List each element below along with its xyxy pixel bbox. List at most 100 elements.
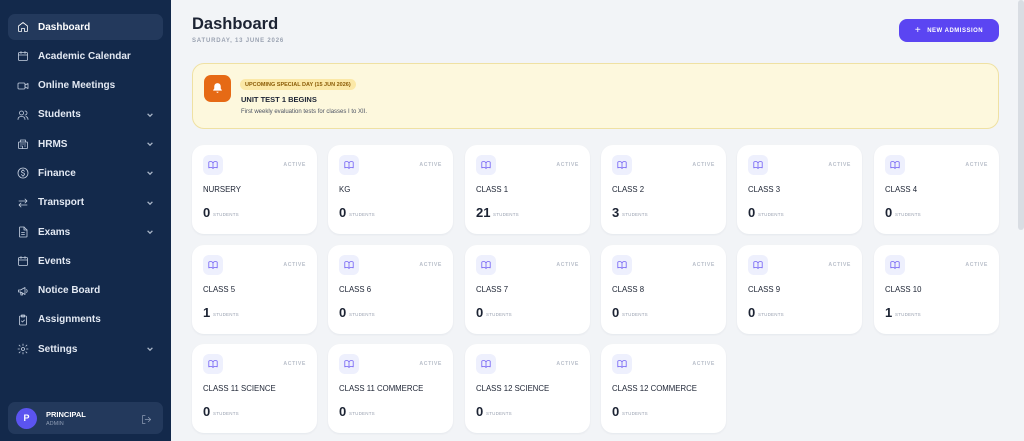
chevron-down-icon[interactable] (146, 169, 154, 177)
student-count: 1 (203, 305, 211, 320)
book-icon (476, 354, 496, 374)
sidebar-item-hrms[interactable]: HRMS (8, 131, 163, 157)
home-icon (17, 21, 29, 33)
class-name: CLASS 2 (612, 185, 645, 194)
sidebar-item-students[interactable]: Students (8, 102, 163, 128)
status-badge: ACTIVE (556, 361, 579, 367)
sidebar-item-label: Assignments (38, 314, 101, 326)
student-count: 0 (339, 205, 347, 220)
book-icon (612, 354, 632, 374)
class-name: CLASS 8 (612, 285, 645, 294)
sidebar-item-transport[interactable]: Transport (8, 190, 163, 216)
student-count-unit: STUDENTS (213, 312, 239, 317)
class-name: KG (339, 185, 351, 194)
sidebar-item-notice-board[interactable]: Notice Board (8, 278, 163, 304)
status-badge: ACTIVE (419, 162, 442, 168)
chevron-down-icon[interactable] (146, 228, 154, 236)
student-count: 0 (476, 305, 484, 320)
sidebar-item-label: Settings (38, 343, 78, 355)
class-card[interactable]: ACTIVE CLASS 8 0 STUDENTS (601, 245, 726, 334)
chevron-down-icon[interactable] (146, 199, 154, 207)
book-icon (612, 155, 632, 175)
student-count: 0 (339, 404, 347, 419)
class-card[interactable]: ACTIVE CLASS 12 COMMERCE 0 STUDENTS (601, 344, 726, 433)
calendar-icon (17, 50, 29, 62)
page-title: Dashboard (192, 15, 279, 33)
banner-title: UNIT TEST 1 BEGINS (241, 95, 317, 104)
gear-icon (17, 343, 29, 355)
class-name: CLASS 10 (885, 285, 922, 294)
status-badge: ACTIVE (828, 162, 851, 168)
avatar[interactable]: P (16, 407, 37, 429)
status-badge: ACTIVE (556, 262, 579, 268)
sidebar-item-label: Finance (38, 167, 76, 179)
class-card[interactable]: ACTIVE CLASS 1 21 STUDENTS (465, 145, 590, 234)
sidebar-item-exams[interactable]: Exams (8, 219, 163, 245)
student-count-unit: STUDENTS (486, 312, 512, 317)
class-card[interactable]: ACTIVE NURSERY 0 STUDENTS (192, 145, 317, 234)
class-card[interactable]: ACTIVE CLASS 12 SCIENCE 0 STUDENTS (465, 344, 590, 433)
status-badge: ACTIVE (692, 262, 715, 268)
class-card[interactable]: ACTIVE CLASS 9 0 STUDENTS (737, 245, 862, 334)
sidebar-item-assignments[interactable]: Assignments (8, 307, 163, 333)
sidebar-item-academic-calendar[interactable]: Academic Calendar (8, 43, 163, 69)
user-role: ADMIN (46, 420, 64, 427)
student-count: 0 (748, 305, 756, 320)
class-name: CLASS 11 SCIENCE (203, 384, 276, 393)
sidebar-item-label: HRMS (38, 138, 68, 150)
class-name: CLASS 3 (748, 185, 781, 194)
sidebar-nav: Dashboard Academic Calendar Online Meeting… (8, 14, 163, 366)
class-card[interactable]: ACTIVE CLASS 7 0 STUDENTS (465, 245, 590, 334)
chevron-down-icon[interactable] (146, 345, 154, 353)
class-card[interactable]: ACTIVE CLASS 11 SCIENCE 0 STUDENTS (192, 344, 317, 433)
sidebar-item-settings[interactable]: Settings (8, 336, 163, 362)
student-count: 1 (885, 305, 893, 320)
chevron-down-icon[interactable] (146, 140, 154, 148)
status-badge: ACTIVE (283, 162, 306, 168)
book-icon (339, 155, 359, 175)
megaphone-icon (17, 285, 29, 297)
chevron-down-icon[interactable] (146, 111, 154, 119)
page-date: SATURDAY, 13 JUNE 2026 (192, 38, 284, 44)
student-count: 0 (748, 205, 756, 220)
student-count: 0 (203, 404, 211, 419)
sidebar-item-label: Events (38, 255, 71, 267)
sidebar-item-online-meetings[interactable]: Online Meetings (8, 73, 163, 99)
sidebar-item-label: Dashboard (38, 21, 91, 33)
status-badge: ACTIVE (965, 262, 988, 268)
book-icon (748, 255, 768, 275)
class-card[interactable]: ACTIVE CLASS 11 COMMERCE 0 STUDENTS (328, 344, 453, 433)
class-card[interactable]: ACTIVE KG 0 STUDENTS (328, 145, 453, 234)
sidebar-item-finance[interactable]: Finance (8, 160, 163, 186)
sidebar-item-events[interactable]: Events (8, 248, 163, 274)
class-card[interactable]: ACTIVE CLASS 2 3 STUDENTS (601, 145, 726, 234)
logout-icon[interactable] (141, 412, 152, 424)
class-card[interactable]: ACTIVE CLASS 4 0 STUDENTS (874, 145, 999, 234)
student-count: 0 (612, 305, 620, 320)
status-badge: ACTIVE (283, 361, 306, 367)
student-count: 0 (885, 205, 893, 220)
special-day-banner: UPCOMING SPECIAL DAY (15 JUN 2026) UNIT … (192, 63, 999, 129)
class-name: CLASS 9 (748, 285, 781, 294)
scrollbar[interactable] (1018, 0, 1024, 230)
student-count: 0 (476, 404, 484, 419)
class-card[interactable]: ACTIVE CLASS 6 0 STUDENTS (328, 245, 453, 334)
student-count-unit: STUDENTS (486, 411, 512, 416)
sidebar-item-label: Notice Board (38, 285, 101, 297)
sidebar-item-label: Students (38, 109, 81, 121)
student-count-unit: STUDENTS (622, 312, 648, 317)
student-count-unit: STUDENTS (758, 212, 784, 217)
dollar-icon (17, 167, 29, 179)
class-name: CLASS 7 (476, 285, 509, 294)
class-card[interactable]: ACTIVE CLASS 5 1 STUDENTS (192, 245, 317, 334)
class-card[interactable]: ACTIVE CLASS 3 0 STUDENTS (737, 145, 862, 234)
sidebar-item-label: Online Meetings (38, 80, 116, 92)
new-admission-button[interactable]: + NEW ADMISSION (899, 19, 999, 42)
student-count-unit: STUDENTS (213, 411, 239, 416)
class-card[interactable]: ACTIVE CLASS 10 1 STUDENTS (874, 245, 999, 334)
sidebar-item-dashboard[interactable]: Dashboard (8, 14, 163, 40)
arrows-icon (17, 197, 29, 209)
student-count-unit: STUDENTS (622, 212, 648, 217)
class-name: CLASS 12 SCIENCE (476, 384, 550, 393)
user-profile[interactable]: P PRINCIPAL ADMIN (8, 402, 163, 434)
